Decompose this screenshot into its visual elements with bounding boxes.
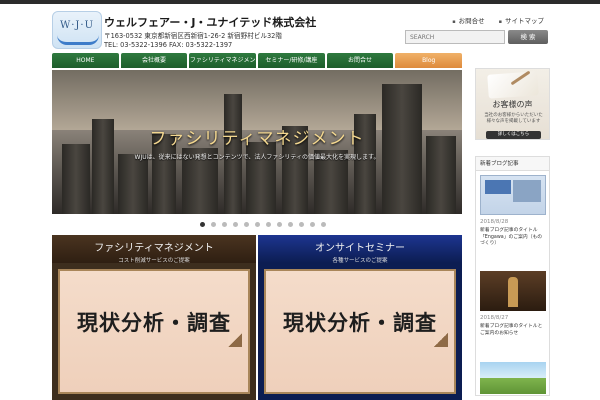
slider-dot[interactable] (266, 222, 271, 227)
slider-dot[interactable] (211, 222, 216, 227)
nav-seminar[interactable]: セミナー/研修/講座 (258, 53, 325, 68)
post-date: 2018/8/28 (480, 219, 509, 225)
nav-home[interactable]: HOME (52, 53, 119, 68)
blog-thumbnail[interactable] (480, 271, 546, 311)
top-links: お問合せ サイトマップ (452, 15, 544, 25)
post-title[interactable]: 新着ブログ記事のタイトル「Engawa」のご案内（ものづくり） (480, 228, 546, 248)
card-body: 現状分析・調査 (258, 263, 462, 400)
slider-dot[interactable] (288, 222, 293, 227)
address-line: 〒163-0532 東京都新宿区西新宿1-26-2 新宿野村ビル32階 (104, 32, 282, 40)
service-card-facility[interactable]: ファシリティマネジメント コスト削減サービスのご提案 現状分析・調査 (52, 235, 256, 400)
search-button[interactable]: 検 索 (508, 30, 548, 44)
hero-title: ファシリティマネジメント (149, 129, 365, 149)
card-body: 現状分析・調査 (52, 263, 256, 400)
site-header: W·J·U ウェルフェアー・J・ユナイテッド株式会社 〒163-0532 東京都… (0, 4, 600, 52)
page-curl-icon (434, 333, 448, 347)
writing-hand-icon (487, 71, 539, 99)
tel-fax-line: TEL: 03-5322-1396 FAX: 03-5322-1397 (104, 41, 233, 49)
card-header: ファシリティマネジメント コスト削減サービスのご提案 (52, 235, 256, 264)
card-body-text: 現状分析・調査 (283, 310, 437, 335)
company-address: 〒163-0532 東京都新宿区西新宿1-26-2 新宿野村ビル32階 TEL:… (104, 32, 282, 50)
card-paper: 現状分析・調査 (264, 269, 456, 394)
card-title: オンサイトセミナー (315, 243, 405, 254)
logo-text: W·J·U (59, 20, 95, 31)
blog-thumbnail[interactable] (480, 175, 546, 215)
post-date: 2018/8/27 (480, 315, 509, 321)
hero-building (118, 154, 148, 214)
blog-thumbnail[interactable] (480, 362, 546, 394)
card-header: オンサイトセミナー 各種サービスのご提案 (258, 235, 462, 264)
post-title[interactable]: 新着ブログ記事のタイトルとご案内のお知らせ (480, 324, 546, 337)
card-title: ファシリティマネジメント (94, 243, 214, 254)
logo-swoosh-icon (57, 35, 99, 45)
customer-voice-banner[interactable]: お客様の声 当社のお客様からいただいた様々な声を掲載しています 詳しくはこちら (475, 68, 550, 140)
slider-dot[interactable] (277, 222, 282, 227)
hero-subtitle: WJUは、従来にはない発想とコンテンツで、法人ファシリティの価値最大化を実現しま… (134, 154, 380, 161)
company-name: ウェルフェアー・J・ユナイテッド株式会社 (104, 16, 317, 29)
slider-dot[interactable] (222, 222, 227, 227)
slider-dot[interactable] (310, 222, 315, 227)
slider-dots (200, 222, 326, 227)
slider-dot[interactable] (200, 222, 205, 227)
card-body-text: 現状分析・調査 (77, 310, 231, 335)
slider-dot[interactable] (244, 222, 249, 227)
blog-box: 新着ブログ記事 2018/8/28 新着ブログ記事のタイトル「Engawa」のご… (475, 156, 550, 396)
top-link-contact[interactable]: お問合せ (452, 15, 485, 25)
nav-company[interactable]: 会社概要 (120, 53, 188, 68)
blog-box-title: 新着ブログ記事 (476, 157, 549, 171)
top-link-sitemap[interactable]: サイトマップ (499, 15, 544, 25)
nav-blog[interactable]: Blog (395, 53, 463, 68)
hero-slider[interactable]: ファシリティマネジメント WJUは、従来にはない発想とコンテンツで、法人ファシリ… (52, 70, 462, 214)
voice-title: お客様の声 (492, 100, 533, 109)
slider-dot[interactable] (299, 222, 304, 227)
main-nav: HOME 会社概要 ファシリティマネジメント セミナー/研修/講座 お問合せ B… (52, 53, 463, 79)
card-paper: 現状分析・調査 (58, 269, 250, 394)
search-input[interactable] (405, 30, 505, 44)
nav-contact[interactable]: お問合せ (326, 53, 394, 68)
slider-dot[interactable] (321, 222, 326, 227)
hero-building (382, 84, 422, 214)
voice-description: 当社のお客様からいただいた様々な声を掲載しています (484, 113, 543, 124)
slider-dot[interactable] (233, 222, 238, 227)
voice-more-button[interactable]: 詳しくはこちら (486, 131, 541, 139)
service-card-seminar[interactable]: オンサイトセミナー 各種サービスのご提案 現状分析・調査 (258, 235, 462, 400)
sidebar: お客様の声 当社のお客様からいただいた様々な声を掲載しています 詳しくはこちら … (475, 68, 550, 396)
page-curl-icon (228, 333, 242, 347)
company-logo[interactable]: W·J·U (52, 11, 102, 49)
nav-facility[interactable]: ファシリティマネジメント (189, 53, 257, 79)
slider-dot[interactable] (255, 222, 260, 227)
